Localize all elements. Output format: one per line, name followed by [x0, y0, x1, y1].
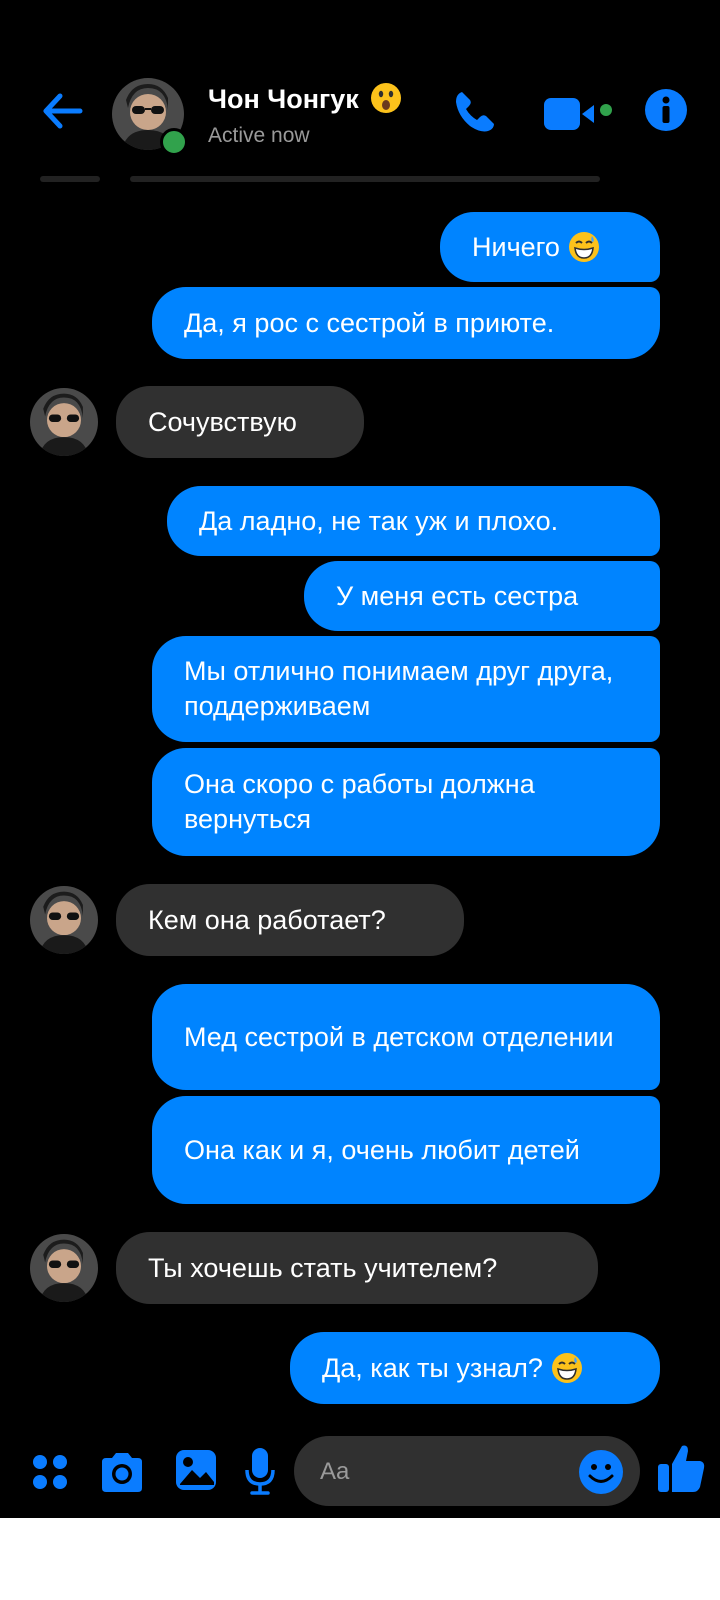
back-arrow-icon[interactable] [38, 86, 88, 136]
astonished-emoji-icon [370, 82, 402, 114]
message-text: Да, как ты узнал? [322, 1352, 543, 1383]
apps-icon[interactable] [30, 1452, 70, 1492]
contact-avatar-small[interactable] [30, 1234, 98, 1302]
online-indicator [160, 128, 188, 156]
smiley-icon[interactable] [578, 1449, 624, 1495]
message-input[interactable] [318, 1436, 562, 1508]
gallery-icon[interactable] [174, 1448, 218, 1492]
outgoing-message[interactable]: Да ладно, не так уж и плохо. [167, 486, 660, 556]
message-text: Мы отлично понимаем друг друга, поддержи… [184, 656, 614, 721]
message-text: Она как и я, очень любит детей [184, 1134, 580, 1165]
contact-avatar-small[interactable] [30, 886, 98, 954]
outgoing-message[interactable]: Она скоро с работы должна вернуться [152, 748, 660, 856]
message-text: Да ладно, не так уж и плохо. [199, 505, 559, 536]
outgoing-message[interactable]: Мы отлично понимаем друг друга, поддержи… [152, 636, 660, 742]
info-icon[interactable] [644, 88, 688, 132]
incoming-message[interactable]: Сочувствую [116, 386, 364, 458]
incoming-message[interactable]: Ты хочешь стать учителем? [116, 1232, 598, 1304]
incoming-message[interactable]: Кем она работает? [116, 884, 464, 956]
message-text: Ничего [472, 231, 560, 262]
camera-icon[interactable] [98, 1450, 146, 1494]
message-text: Она скоро с работы должна вернуться [184, 769, 535, 834]
previous-message-edge [40, 176, 100, 182]
message-text: Мед сестрой в детском отделении [184, 1021, 614, 1052]
chat-header: Чон Чонгук Active now [0, 60, 720, 170]
previous-message-edge [130, 176, 600, 182]
message-text: Ты хочешь стать учителем? [148, 1252, 498, 1283]
video-camera-icon[interactable] [544, 94, 624, 134]
microphone-icon[interactable] [244, 1446, 276, 1496]
thumbs-up-icon[interactable] [656, 1442, 706, 1494]
message-composer [0, 1420, 720, 1508]
contact-name[interactable]: Чон Чонгук [208, 82, 402, 115]
outgoing-message[interactable]: Да, я рос с сестрой в приюте. [152, 287, 660, 359]
outgoing-message[interactable]: У меня есть сестра [304, 561, 660, 631]
message-text: У меня есть сестра [336, 580, 579, 611]
grinning-sweat-emoji-icon [568, 231, 600, 263]
contact-avatar-small[interactable] [30, 388, 98, 456]
outgoing-message[interactable]: Да, как ты узнал? [290, 1332, 660, 1404]
grinning-sweat-emoji-icon [551, 1352, 583, 1384]
system-bottom-area [0, 1518, 720, 1600]
outgoing-message[interactable]: Ничего [440, 212, 660, 282]
message-text: Сочувствую [148, 406, 297, 437]
contact-status: Active now [208, 124, 310, 147]
phone-icon[interactable] [450, 86, 500, 136]
message-text: Да, я рос с сестрой в приюте. [184, 307, 555, 338]
messenger-screen: Чон Чонгук Active now Ничего Да, я рос с… [0, 0, 720, 1518]
outgoing-message[interactable]: Мед сестрой в детском отделении [152, 984, 660, 1090]
contact-name-text: Чон Чонгук [208, 84, 359, 114]
outgoing-message[interactable]: Она как и я, очень любит детей [152, 1096, 660, 1204]
message-input-field[interactable] [294, 1436, 640, 1508]
message-text: Кем она работает? [148, 904, 386, 935]
